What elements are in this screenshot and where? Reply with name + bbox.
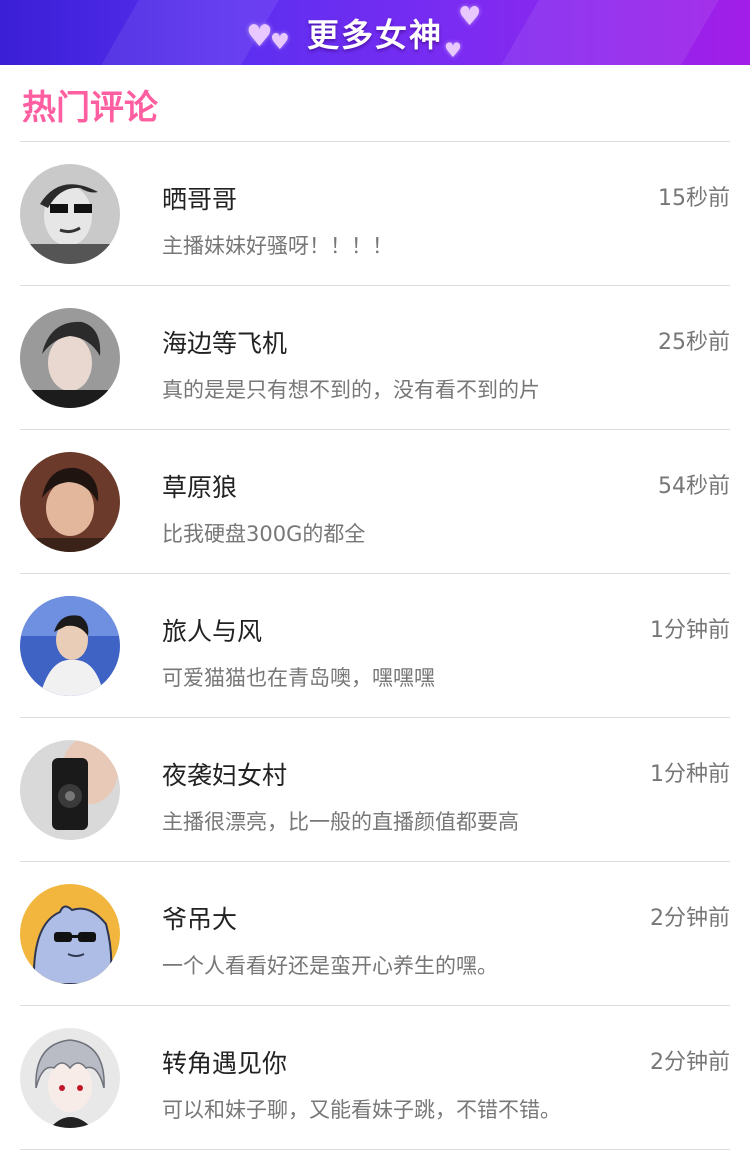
comment-item[interactable]: 晒哥哥 15秒前 主播妹妹好骚呀！！！！ xyxy=(20,142,730,286)
commenter-name[interactable]: 爷吊大 xyxy=(162,900,237,936)
commenter-name[interactable]: 旅人与风 xyxy=(162,612,262,648)
banner-title: 更多女神 xyxy=(306,15,443,54)
comment-text: 比我硬盘300G的都全 xyxy=(162,522,366,546)
avatar[interactable] xyxy=(20,452,120,552)
avatar[interactable] xyxy=(20,308,120,408)
avatar[interactable] xyxy=(20,164,120,264)
comment-item[interactable]: 旅人与风 1分钟前 可爱猫猫也在青岛噢，嘿嘿嘿 xyxy=(20,574,730,718)
comment-time: 2分钟前 xyxy=(650,906,730,931)
comment-time: 25秒前 xyxy=(658,330,730,355)
comment-time: 1分钟前 xyxy=(650,618,730,643)
commenter-name[interactable]: 晒哥哥 xyxy=(162,180,237,216)
avatar[interactable] xyxy=(20,1028,120,1128)
comment-text: 主播很漂亮，比一般的直播颜值都要高 xyxy=(162,810,519,834)
commenter-name[interactable]: 夜袭妇女村 xyxy=(162,756,287,792)
comment-time: 15秒前 xyxy=(658,186,730,211)
comment-text: 主播妹妹好骚呀！！！！ xyxy=(162,234,393,258)
comment-item[interactable]: 爷吊大 2分钟前 一个人看看好还是蛮开心养生的嘿。 xyxy=(20,862,730,1006)
comment-time: 2分钟前 xyxy=(650,1050,730,1075)
commenter-name[interactable]: 转角遇见你 xyxy=(162,1044,287,1080)
avatar[interactable] xyxy=(20,596,120,696)
comment-item[interactable]: 草原狼 54秒前 比我硬盘300G的都全 xyxy=(20,430,730,574)
comment-time: 54秒前 xyxy=(658,474,730,499)
commenter-name[interactable]: 草原狼 xyxy=(162,468,237,504)
comment-time: 1分种前 xyxy=(650,762,730,787)
comment-text: 一个人看看好还是蛮开心养生的嘿。 xyxy=(162,954,498,978)
more-goddesses-banner[interactable]: ♥ ♥ ♥ ♥ 更多女神 xyxy=(0,0,750,65)
avatar[interactable] xyxy=(20,884,120,984)
comment-item[interactable]: 转角遇见你 2分钟前 可以和妹子聊，又能看妹子跳，不错不错。 xyxy=(20,1006,730,1150)
section-title: 热门评论 xyxy=(22,88,158,128)
commenter-name[interactable]: 海边等飞机 xyxy=(162,324,287,360)
comment-item[interactable]: 海边等飞机 25秒前 真的是是只有想不到的，没有看不到的片 xyxy=(20,286,730,430)
comment-text: 可爱猫猫也在青岛噢，嘿嘿嘿 xyxy=(162,666,435,690)
comment-text: 真的是是只有想不到的，没有看不到的片 xyxy=(162,378,540,402)
comment-text: 可以和妹子聊，又能看妹子跳，不错不错。 xyxy=(162,1098,561,1122)
avatar[interactable] xyxy=(20,740,120,840)
comment-item[interactable]: 夜袭妇女村 1分种前 主播很漂亮，比一般的直播颜值都要高 xyxy=(20,718,730,862)
